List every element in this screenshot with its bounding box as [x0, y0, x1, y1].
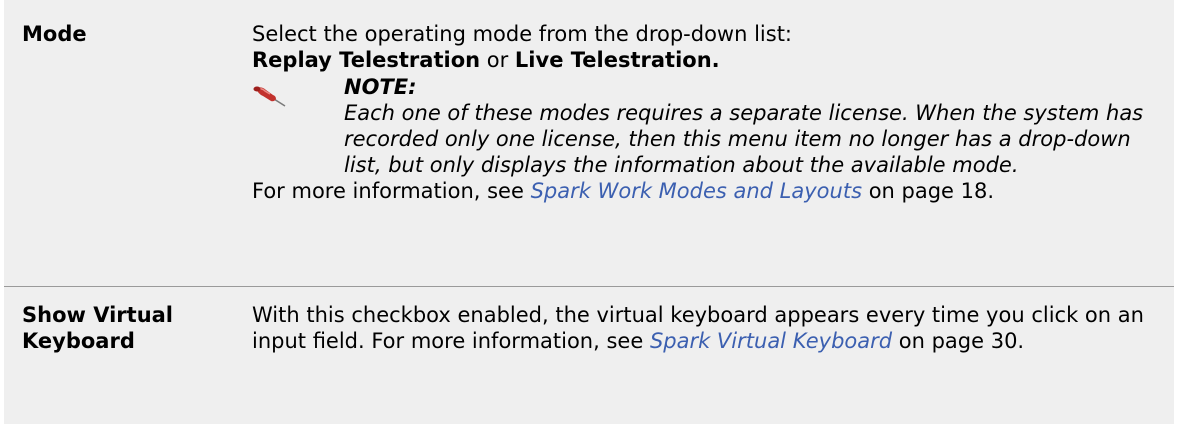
- table-row-mode: Mode Select the operating mode from the …: [4, 0, 1174, 287]
- term-mode: Mode: [22, 22, 87, 46]
- term-line-1: Show Virtual: [22, 303, 174, 327]
- definition-table: Mode Select the operating mode from the …: [4, 0, 1174, 424]
- pushpin-icon: [253, 86, 286, 107]
- description-mode: Select the operating mode from the drop-…: [252, 0, 1174, 286]
- option-replay-telestration: Replay Telestration: [252, 48, 481, 72]
- note-text: Each one of these modes requires a separ…: [344, 101, 1144, 177]
- term-line-2: Keyboard: [22, 329, 135, 353]
- note-label: NOTE:: [344, 75, 417, 99]
- note-block: NOTE: Each one of these modes requires a…: [252, 74, 1150, 178]
- more-info-suffix: on page 18.: [862, 179, 995, 203]
- mode-intro-text: Select the operating mode from the drop-…: [252, 22, 793, 46]
- term-show-virtual-keyboard: Show Virtual Keyboard: [4, 287, 252, 424]
- link-spark-work-modes[interactable]: Spark Work Modes and Layouts: [531, 179, 862, 203]
- table-row-show-virtual-keyboard: Show Virtual Keyboard With this checkbox…: [4, 287, 1174, 424]
- more-info-prefix: For more information, see: [252, 179, 531, 203]
- option-separator: or: [480, 48, 515, 72]
- description-show-virtual-keyboard: With this checkbox enabled, the virtual …: [252, 287, 1174, 424]
- keyboard-desc-suffix: on page 30.: [892, 329, 1025, 353]
- link-spark-virtual-keyboard[interactable]: Spark Virtual Keyboard: [650, 329, 892, 353]
- mode-more-info: For more information, see Spark Work Mod…: [252, 178, 1150, 204]
- option-live-telestration: Live Telestration.: [514, 48, 720, 72]
- mode-options-line: Replay Telestration or Live Telestration…: [252, 47, 1150, 73]
